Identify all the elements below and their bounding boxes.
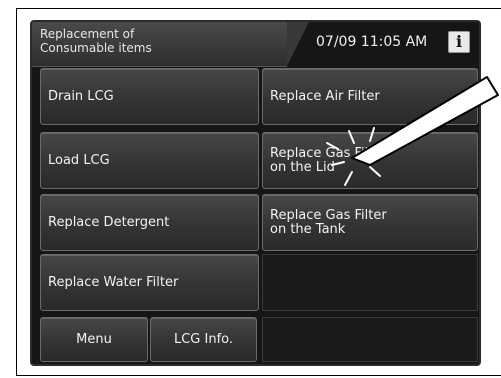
info-icon[interactable]: i [448,31,470,53]
header-bar: Replacement of Consumable items 07/09 11… [32,22,479,67]
replace-gas-filter-lid-button[interactable]: Replace Gas Filter on the Lid [262,132,478,189]
replace-gas-filter-tank-button[interactable]: Replace Gas Filter on the Tank [262,194,478,251]
screen-title-line2: Consumable items [40,41,152,55]
datetime-display: 07/09 11:05 AM [316,34,428,50]
drain-lcg-label: Drain LCG [48,88,114,104]
replace-detergent-button[interactable]: Replace Detergent [40,194,259,251]
replace-gas-filter-lid-line1: Replace Gas Filter [270,145,387,161]
replace-detergent-label: Replace Detergent [48,214,170,230]
footer-empty-slot [262,317,478,362]
lcg-info-label: LCG Info. [173,331,234,347]
empty-slot [262,254,478,311]
replace-gas-filter-lid-line2: on the Lid [270,159,335,175]
drain-lcg-button[interactable]: Drain LCG [40,68,259,125]
load-lcg-label: Load LCG [48,152,110,168]
menu-label: Menu [76,331,112,347]
title-tab: Replacement of Consumable items [32,22,309,67]
screen-title: Replacement of Consumable items [40,27,240,55]
replace-water-filter-label: Replace Water Filter [48,274,179,290]
replace-gas-filter-tank-line2: on the Tank [270,221,346,237]
replace-gas-filter-tank-line1: Replace Gas Filter [270,207,387,223]
replace-air-filter-button[interactable]: Replace Air Filter [262,68,478,125]
replace-water-filter-button[interactable]: Replace Water Filter [40,254,259,311]
device-screen: Replacement of Consumable items 07/09 11… [30,20,481,366]
menu-button[interactable]: Menu [40,317,148,362]
screen-title-line1: Replacement of [40,27,135,41]
replace-gas-filter-lid-label: Replace Gas Filter on the Lid [270,145,387,175]
lcg-info-button[interactable]: LCG Info. [150,317,257,362]
replace-gas-filter-tank-label: Replace Gas Filter on the Tank [270,207,387,237]
load-lcg-button[interactable]: Load LCG [40,132,259,189]
replace-air-filter-label: Replace Air Filter [270,88,380,104]
